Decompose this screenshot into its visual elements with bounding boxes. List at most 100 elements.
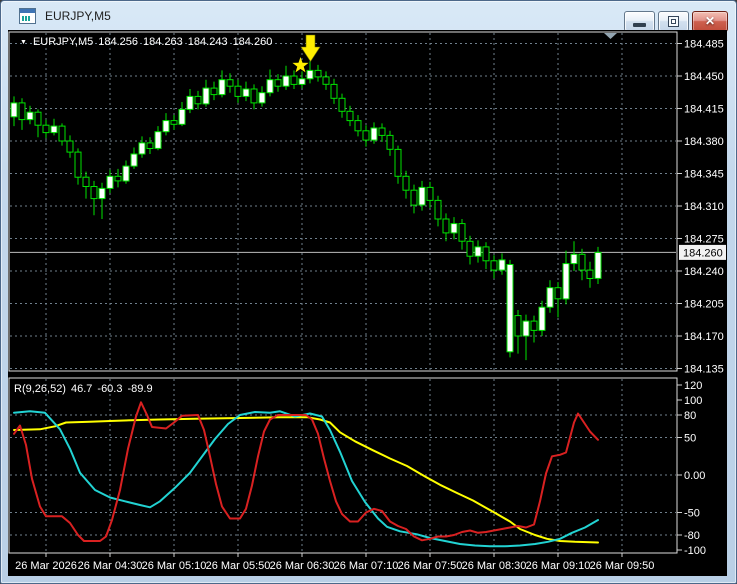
- price-axis-label: 184.345: [684, 169, 724, 181]
- candle-body: [90, 186, 98, 200]
- candle-body: [474, 246, 482, 257]
- info-low: 184.243: [187, 36, 228, 48]
- indicator-line-r26: [13, 410, 599, 548]
- candle-body: [34, 111, 42, 126]
- candle-body: [514, 315, 522, 337]
- candle-body: [210, 87, 218, 96]
- time-axis-label: 26 Mar 04:30: [78, 560, 143, 572]
- time-axis-label: 26 Mar 05:10: [142, 560, 207, 572]
- symbol-dropdown-icon[interactable]: ▼: [20, 39, 27, 46]
- candle-body: [546, 287, 554, 308]
- info-close: 184.260: [232, 36, 273, 48]
- candle-body: [338, 97, 346, 112]
- current-price-tag-label: 184.260: [683, 247, 723, 259]
- star-marker[interactable]: [292, 57, 309, 73]
- candle-body: [538, 306, 546, 331]
- candle-body: [66, 140, 74, 153]
- candle-body: [250, 88, 258, 104]
- candle-body: [442, 218, 450, 234]
- candle-body: [202, 87, 210, 105]
- candle-body: [234, 85, 242, 97]
- info-symbol: EURJPY,M5: [32, 36, 94, 48]
- indicator-axis-label: 50: [684, 433, 696, 445]
- indicator-axis-label: 80: [684, 410, 696, 422]
- arrow-down-marker[interactable]: [300, 34, 321, 63]
- indicator-axis-label: 0.00: [684, 470, 705, 482]
- time-axis-label: 26 Mar 05:50: [206, 560, 271, 572]
- candle-body: [570, 253, 578, 265]
- candle-body: [530, 320, 538, 331]
- candle-body: [122, 165, 130, 182]
- candle-body: [434, 199, 442, 220]
- price-axis-label: 184.240: [684, 266, 724, 278]
- candle-body: [42, 124, 50, 134]
- time-axis-label: 26 Mar 09:50: [590, 560, 655, 572]
- window-title: EURJPY,M5: [45, 8, 111, 23]
- candle-body: [522, 320, 530, 337]
- indicator-value-2: -60.3: [97, 383, 123, 395]
- time-axis-label: 26 Mar 07:50: [398, 560, 463, 572]
- chart-info-line: ▼ EURJPY,M5 184.256 184.263 184.243 184.260: [20, 36, 277, 48]
- price-axis-label: 184.170: [684, 331, 724, 343]
- restore-button[interactable]: [658, 11, 689, 32]
- candle-body: [594, 251, 602, 279]
- candle-body: [274, 79, 282, 87]
- candle-body: [186, 95, 194, 110]
- time-axis-label: 26 Mar 07:10: [334, 560, 399, 572]
- time-axis-label: 26 Mar 06:30: [270, 560, 335, 572]
- close-button[interactable]: ✕: [692, 11, 728, 32]
- candle-body: [466, 240, 474, 257]
- candle-body: [482, 246, 490, 262]
- time-axis-label: 26 Mar 2026: [15, 560, 77, 572]
- info-high: 184.263: [143, 36, 183, 48]
- candle-body: [10, 102, 18, 118]
- candle-body: [298, 78, 306, 85]
- price-axis-label: 184.310: [684, 201, 724, 213]
- price-axis-label: 184.485: [684, 39, 724, 51]
- candle-body: [98, 187, 106, 200]
- candle-body: [490, 260, 498, 271]
- candle-body: [282, 75, 290, 87]
- candle-body: [138, 142, 146, 155]
- indicator-axis-label: 120: [684, 380, 702, 392]
- price-axis-label: 184.450: [684, 71, 724, 83]
- candle-body: [290, 75, 298, 85]
- minimize-icon: [633, 23, 646, 27]
- chart-client-area: 26 Mar 2026 26 Mar 04:30 26 Mar 05:10 26 Ma…: [8, 30, 727, 576]
- time-axis-label: 26 Mar 08:30: [462, 560, 527, 572]
- indicator-line-r9: [13, 401, 599, 542]
- candle-body: [314, 69, 322, 78]
- indicator-value-3: -89.9: [127, 383, 153, 395]
- candle-body: [162, 120, 170, 133]
- candle-body: [154, 131, 162, 149]
- candle-body: [58, 125, 66, 142]
- candle-body: [370, 127, 378, 141]
- candle-body: [82, 176, 90, 187]
- candle-body: [50, 125, 58, 134]
- candle-body: [346, 110, 354, 122]
- price-pane-border: [8, 31, 678, 372]
- candle-body: [426, 186, 434, 201]
- candle-body: [418, 186, 426, 206]
- window-controls: ✕: [624, 11, 728, 32]
- chart-shift-marker: [604, 33, 617, 39]
- candle-body: [386, 134, 394, 150]
- chart-window-icon[interactable]: [19, 7, 36, 24]
- candle-body: [178, 108, 186, 125]
- restore-icon: [668, 16, 679, 27]
- indicator-axis-label: 100: [684, 395, 702, 407]
- candle-body: [146, 142, 154, 149]
- chart-canvas[interactable]: 26 Mar 2026 26 Mar 04:30 26 Mar 05:10 26 Ma…: [8, 30, 727, 576]
- candle-body: [410, 189, 418, 206]
- indicator-name: R(9,26,52): [14, 383, 66, 395]
- titlebar[interactable]: EURJPY,M5 ✕: [1, 1, 736, 32]
- candle-body: [362, 130, 370, 141]
- candle-body: [402, 175, 410, 191]
- indicator-line-r52: [13, 416, 599, 544]
- candle-body: [242, 88, 250, 97]
- minimize-button[interactable]: [624, 11, 655, 32]
- candle-body: [394, 148, 402, 177]
- info-open: 184.256: [98, 36, 139, 48]
- indicator-value-1: 46.7: [70, 383, 93, 395]
- candle-body: [458, 223, 466, 242]
